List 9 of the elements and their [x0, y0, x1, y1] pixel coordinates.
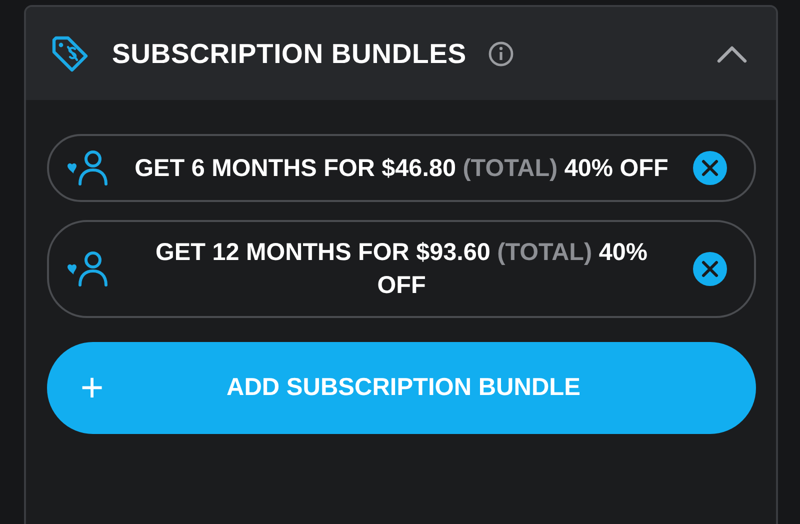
section-title: SUBSCRIPTION BUNDLES: [112, 38, 466, 70]
bundle-text: GET 6 MONTHS FOR $46.80 (TOTAL) 40% OFF: [134, 154, 670, 184]
bundle-text: GET 12 MONTHS FOR $93.60 (TOTAL) 40% OFF: [154, 238, 648, 301]
remove-icon[interactable]: [692, 251, 728, 287]
add-bundle-button[interactable]: + ADD SUBSCRIPTION BUNDLE: [47, 342, 756, 434]
price-tag-icon: [50, 34, 90, 74]
chevron-up-icon[interactable]: [716, 44, 748, 64]
remove-icon[interactable]: [692, 150, 728, 186]
info-icon[interactable]: [488, 40, 514, 66]
